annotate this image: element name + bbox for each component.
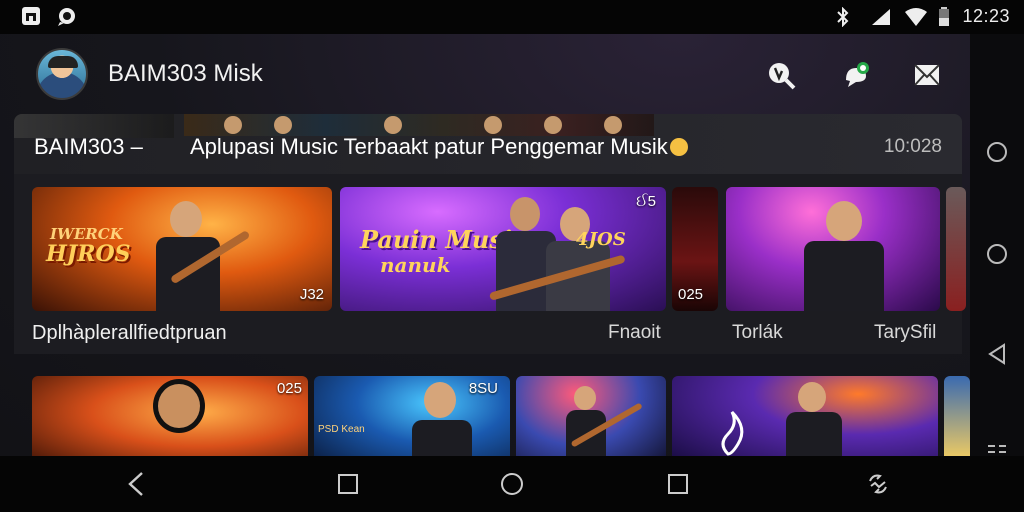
- featured-banner[interactable]: BAIM303 – Aplupasi Music Terbaakt patur …: [14, 114, 962, 174]
- performer-image: [152, 201, 242, 311]
- performer-image: [796, 191, 896, 311]
- music-card[interactable]: [946, 187, 966, 311]
- square-icon: [338, 474, 358, 494]
- signal-icon: [870, 7, 892, 27]
- music-card[interactable]: PSD Kean 8SU: [314, 376, 510, 456]
- music-note-icon: [721, 410, 744, 456]
- circle-icon: [987, 142, 1007, 162]
- back-chevron-icon: [128, 472, 143, 496]
- card-badge: J32: [299, 286, 324, 303]
- side-back-button[interactable]: [985, 342, 1009, 366]
- card-badge: ઈ5: [636, 193, 656, 210]
- card-subtitle: nanuk: [380, 253, 451, 277]
- app-notification-icon: [20, 6, 42, 26]
- back-triangle-icon: [988, 343, 1005, 365]
- side-circle-button[interactable]: [985, 242, 1009, 266]
- music-card[interactable]: 025: [672, 187, 718, 311]
- nav-square-button[interactable]: [334, 470, 362, 498]
- card-badge: 025: [276, 380, 302, 397]
- rotate-icon: [869, 474, 887, 494]
- banner-text: Aplupasi Music Terbaakt patur Penggemar …: [190, 134, 688, 160]
- nav-home-button[interactable]: [498, 470, 526, 498]
- row-label: Torlák: [732, 322, 783, 343]
- search-button[interactable]: [764, 58, 798, 92]
- app-bar: BAIM303 Misk: [0, 34, 970, 114]
- row-label: Fnaoit: [608, 322, 661, 343]
- music-card[interactable]: [726, 187, 940, 311]
- side-circle-button[interactable]: [985, 140, 1009, 164]
- square-icon: [668, 474, 688, 494]
- nav-recents-button[interactable]: [664, 470, 692, 498]
- bluetooth-icon: [836, 6, 858, 27]
- performer-image: [142, 380, 222, 456]
- banner-brand: BAIM303 –: [34, 134, 143, 159]
- bottom-navigation: [0, 456, 1024, 512]
- card-text: 4JOS: [576, 229, 626, 250]
- nav-back-button[interactable]: [122, 470, 150, 498]
- music-card[interactable]: [516, 376, 666, 456]
- clock: 12:23: [962, 6, 1010, 26]
- card-badge: 025: [678, 286, 704, 303]
- chat-icon: [846, 62, 869, 87]
- chat-notification-icon: [56, 6, 78, 26]
- music-card[interactable]: 025: [32, 376, 308, 456]
- performer-image: [784, 382, 844, 456]
- app-title: BAIM303 Misk: [108, 60, 263, 87]
- card-badge: 8SU: [468, 380, 498, 397]
- music-card[interactable]: Pauin Music nanuk ઈ5 4JOS: [340, 187, 666, 311]
- wifi-icon: [904, 7, 928, 27]
- status-bar: 12:23: [0, 0, 1024, 34]
- home-circle-icon: [501, 473, 523, 495]
- row-label: TarySfil: [874, 322, 937, 343]
- side-navigation: [970, 34, 1024, 459]
- chat-button[interactable]: [840, 58, 874, 92]
- banner-image-strip: [184, 114, 654, 136]
- row-label: Dplhàplerallfiedtpruan: [32, 322, 227, 344]
- app-main: BAIM303 Misk BAIM303 – Aplupasi Music Te…: [0, 34, 970, 456]
- music-card[interactable]: [944, 376, 970, 456]
- card-text: PSD Kean: [318, 424, 365, 435]
- banner-time: 10:028: [883, 136, 942, 157]
- music-card[interactable]: [672, 376, 938, 456]
- music-card[interactable]: IWERCK HJROS J32: [32, 187, 332, 311]
- battery-icon: [938, 6, 950, 27]
- circle-icon: [987, 244, 1007, 264]
- emoji-icon: [669, 138, 688, 156]
- card-title: HJROS: [46, 241, 131, 267]
- search-icon: [769, 63, 796, 90]
- nav-rotate-button[interactable]: [864, 470, 892, 498]
- mail-icon: [914, 64, 940, 86]
- avatar[interactable]: [36, 48, 88, 100]
- mail-button[interactable]: [910, 58, 944, 92]
